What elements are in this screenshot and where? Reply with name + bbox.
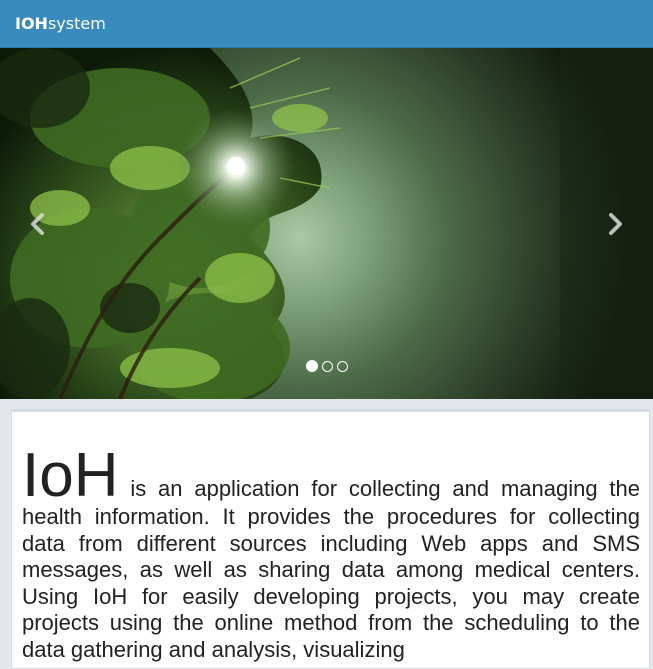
intro-panel: IoH is an application for collecting and… <box>11 409 650 669</box>
chevron-left-icon <box>31 213 44 235</box>
carousel-slide-image <box>0 48 653 399</box>
intro-text: is an application for collecting and man… <box>22 476 640 662</box>
intro-lead-word: IoH <box>22 441 119 510</box>
carousel-indicator-3[interactable] <box>336 361 348 372</box>
brand-logo[interactable]: IOHsystem <box>15 14 106 34</box>
image-carousel[interactable] <box>0 48 653 399</box>
brand-bold: IOH <box>15 14 48 33</box>
carousel-indicators <box>0 360 653 372</box>
carousel-prev-button[interactable] <box>20 206 56 242</box>
carousel-indicator-1[interactable] <box>305 360 318 372</box>
content-area: IoH is an application for collecting and… <box>0 399 653 669</box>
chevron-right-icon <box>609 213 622 235</box>
carousel-next-button[interactable] <box>597 206 633 242</box>
intro-paragraph: IoH is an application for collecting and… <box>22 445 640 663</box>
brand-light: system <box>47 14 106 33</box>
navbar: IOHsystem <box>0 0 653 48</box>
carousel-indicator-2[interactable] <box>321 361 333 372</box>
